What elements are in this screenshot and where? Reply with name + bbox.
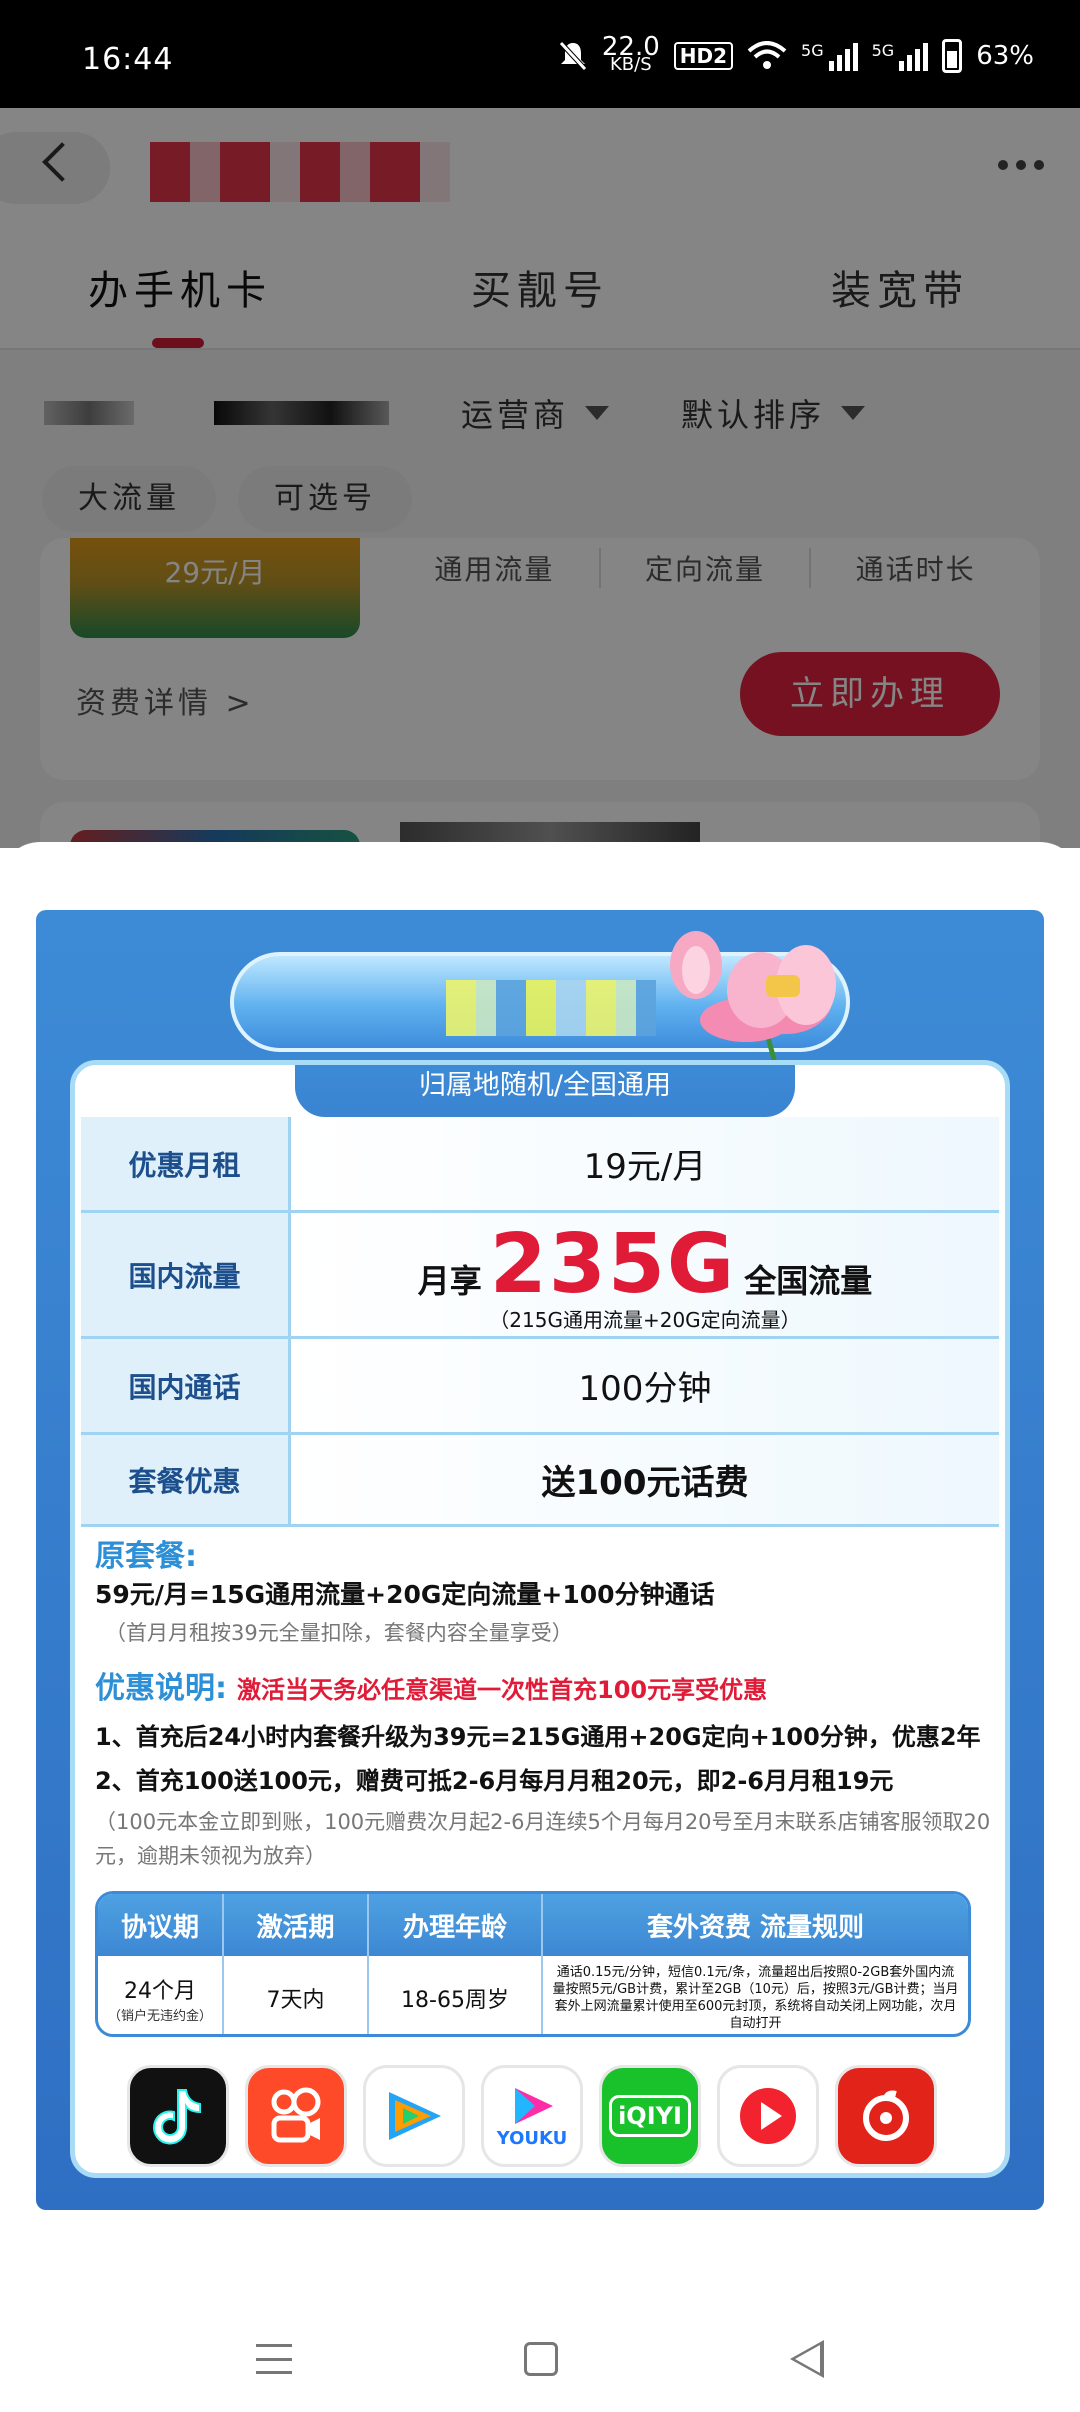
app-icons: YOUKU iQIYI [127, 2065, 937, 2167]
plan-poster: 归属地随机/全国通用 优惠月租 19元/月 国内流量 月享 235G 全国流量 … [36, 910, 1044, 2210]
back-triangle-icon[interactable] [790, 2340, 824, 2378]
original-plan-title: 原套餐: [95, 1539, 197, 1574]
flow-amount: 月享 235G 全国流量 [417, 1216, 873, 1312]
wifi-icon [747, 41, 787, 69]
battery-level: 63% [976, 41, 1034, 71]
hd-badge: HD2 [673, 42, 734, 70]
play-icon [717, 2065, 819, 2167]
status-icons: 22.0 KB/S HD2 5G 5G 63% [558, 32, 1034, 75]
plan-table: 优惠月租 19元/月 国内流量 月享 235G 全国流量 （215G通用流量+2… [81, 1117, 999, 1527]
signal-icon: 5G [801, 41, 858, 71]
table-row: 套餐优惠 送100元话费 [81, 1435, 999, 1527]
preference-line: 1、首充后24小时内套餐升级为39元=215G通用+20G定向+100分钟，优惠… [95, 1723, 981, 1751]
poster-content: 归属地随机/全国通用 优惠月租 19元/月 国内流量 月享 235G 全国流量 … [70, 1060, 1010, 2178]
preference-line: 2、首充100送100元，赠费可抵2-6月每月月租20元，即2-6月月租19元 [95, 1767, 894, 1795]
preference-note: （100元本金立即到账，100元赠费次月起2-6月连续5个月每月20号至月末联系… [95, 1810, 991, 1868]
bottom-sheet: 归属地随机/全国通用 优惠月租 19元/月 国内流量 月享 235G 全国流量 … [0, 842, 1080, 2412]
terms-table: 协议期 激活期 办理年龄 套外资费 流量规则 24个月 （销户无违约金） 7天内… [95, 1891, 971, 2037]
status-time: 16:44 [82, 42, 174, 77]
original-plan-text: 59元/月=15G通用流量+20G定向流量+100分钟通话 [95, 1580, 715, 1609]
system-nav-bar [0, 2300, 1080, 2412]
netease-music-icon [835, 2065, 937, 2167]
home-icon[interactable] [524, 2342, 558, 2376]
status-bar: 16:44 22.0 KB/S HD2 5G 5G 63% [0, 0, 1080, 108]
signal-icon-2: 5G [872, 41, 929, 71]
table-row: 优惠月租 19元/月 [81, 1117, 999, 1213]
terms-row: 24个月 （销户无违约金） 7天内 18-65周岁 通话0.15元/分钟，短信0… [98, 1956, 968, 2034]
terms-header: 协议期 激活期 办理年龄 套外资费 流量规则 [98, 1894, 968, 1956]
attribution-label: 归属地随机/全国通用 [295, 1065, 795, 1117]
modal-overlay[interactable] [0, 108, 1080, 848]
table-row: 国内流量 月享 235G 全国流量 （215G通用流量+20G定向流量） [81, 1213, 999, 1339]
tencent-video-icon [363, 2065, 465, 2167]
douyin-icon [127, 2065, 229, 2167]
preference-header: 优惠说明: 激活当天务必任意渠道一次性首充100元享受优惠 [95, 1671, 768, 1706]
blurred-card-name [446, 980, 656, 1036]
net-speed: 22.0 KB/S [601, 32, 660, 75]
kuaishou-icon [245, 2065, 347, 2167]
battery-icon [942, 39, 963, 73]
menu-icon[interactable] [256, 2344, 292, 2374]
table-row: 国内通话 100分钟 [81, 1339, 999, 1435]
iqiyi-icon: iQIYI [599, 2065, 701, 2167]
mute-icon [559, 41, 587, 71]
original-plan-note: （首月月租按39元全量扣除，套餐内容全量享受） [105, 1621, 573, 1645]
youku-icon: YOUKU [481, 2065, 583, 2167]
